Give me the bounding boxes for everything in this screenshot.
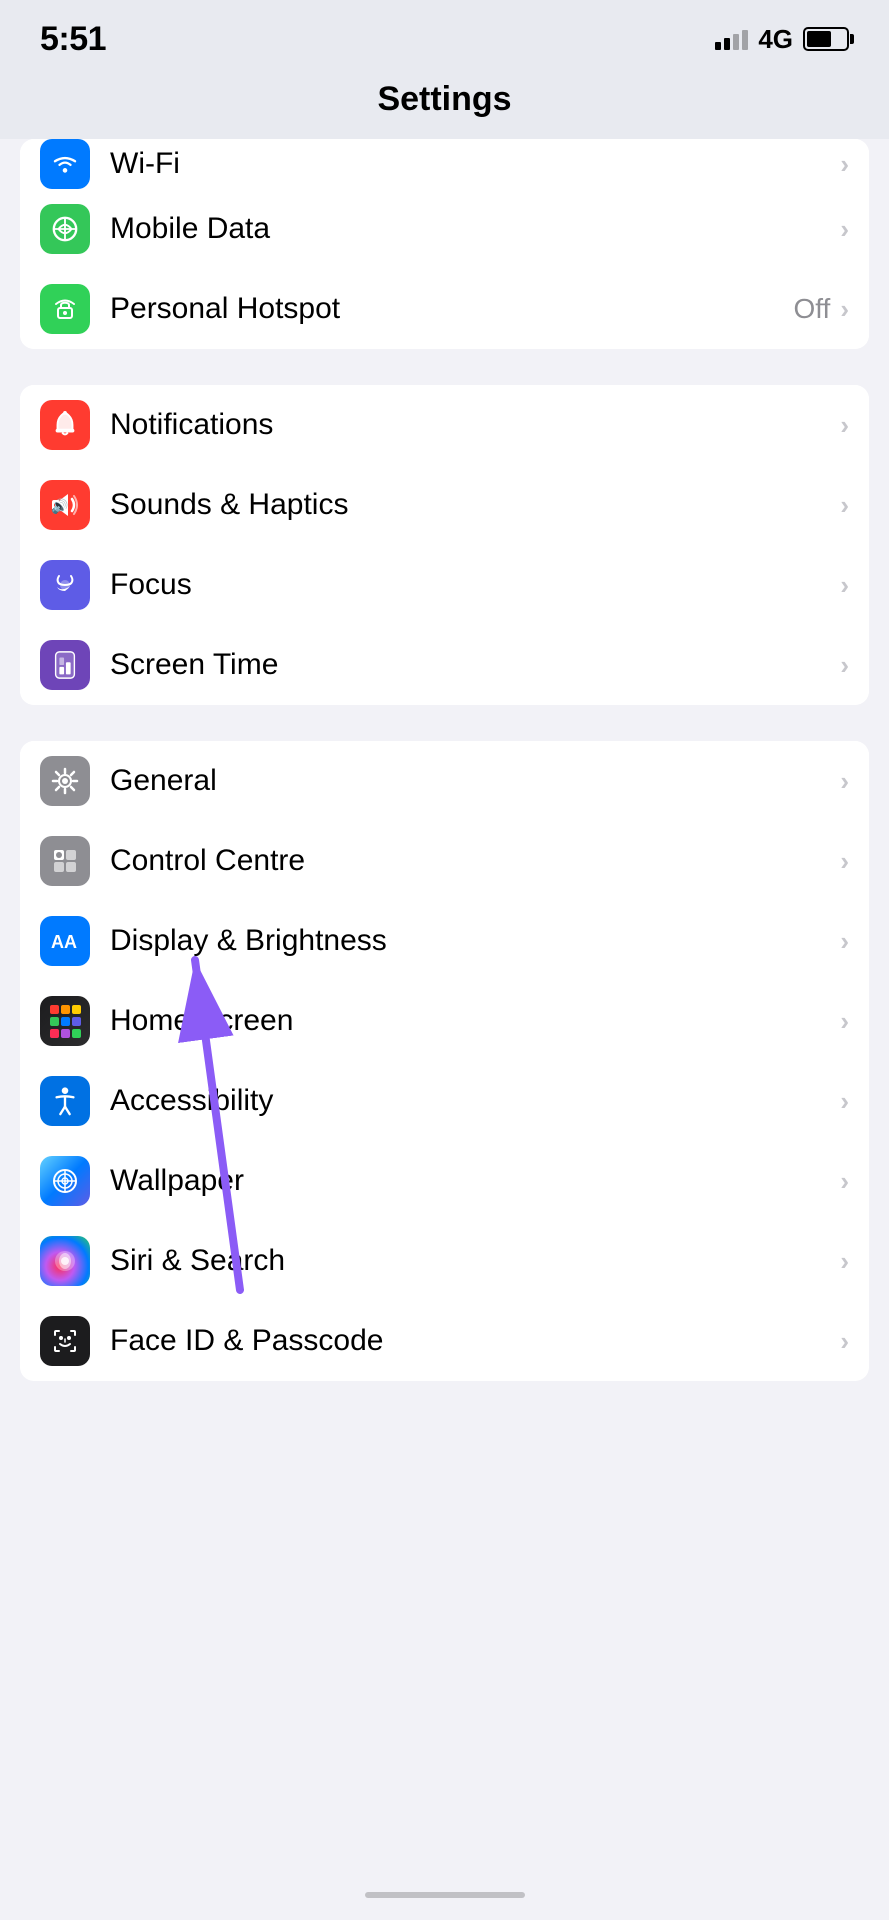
focus-chevron: › [840,570,849,601]
sidebar-item-screen-time[interactable]: Screen Time › [20,625,869,705]
svg-text:AA: AA [51,932,77,952]
sounds-chevron: › [840,490,849,521]
home-indicator [365,1892,525,1898]
wallpaper-label: Wallpaper [110,1164,840,1198]
accessibility-chevron: › [840,1086,849,1117]
battery-icon [803,27,849,51]
sidebar-item-accessibility[interactable]: Accessibility › [20,1061,869,1141]
control-centre-icon [40,836,90,886]
siri-chevron: › [840,1246,849,1277]
status-time: 5:51 [40,20,106,59]
siri-icon [40,1236,90,1286]
sidebar-item-notifications[interactable]: Notifications › [20,385,869,465]
face-id-chevron: › [840,1326,849,1357]
focus-icon [40,560,90,610]
wifi-chevron: › [840,149,849,180]
sidebar-item-home-screen[interactable]: Home Screen › [20,981,869,1061]
face-id-label: Face ID & Passcode [110,1324,840,1358]
accessibility-label: Accessibility [110,1084,840,1118]
nav-header: Settings [0,70,889,139]
signal-bar-4 [742,30,748,50]
accessibility-icon [40,1076,90,1126]
hotspot-label: Personal Hotspot [110,292,793,326]
screen-time-icon [40,640,90,690]
wifi-icon [40,139,90,189]
hotspot-icon [40,284,90,334]
signal-bar-1 [715,42,721,50]
sidebar-item-mobile-data[interactable]: Mobile Data › [20,189,869,269]
page-title: Settings [377,80,511,118]
wifi-label: Wi-Fi [110,147,840,181]
settings-group-system: Notifications › 🔊 Sounds & Haptics › [20,385,869,705]
sidebar-item-personal-hotspot[interactable]: Personal Hotspot Off › [20,269,869,349]
sidebar-item-wifi[interactable]: Wi-Fi › [20,139,869,189]
control-centre-label: Control Centre [110,844,840,878]
siri-label: Siri & Search [110,1244,840,1278]
face-id-icon [40,1316,90,1366]
wallpaper-chevron: › [840,1166,849,1197]
mobile-data-icon [40,204,90,254]
general-icon [40,756,90,806]
signal-bar-2 [724,38,730,50]
home-screen-chevron: › [840,1006,849,1037]
settings-content: Wi-Fi › Mobile Data › [0,139,889,1381]
sounds-label: Sounds & Haptics [110,488,840,522]
general-label: General [110,764,840,798]
battery-container [803,27,849,51]
sidebar-item-display[interactable]: AA Display & Brightness › [20,901,869,981]
hotspot-chevron: › [840,294,849,325]
sidebar-item-siri[interactable]: Siri & Search › [20,1221,869,1301]
display-chevron: › [840,926,849,957]
mobile-data-chevron: › [840,214,849,245]
wallpaper-icon [40,1156,90,1206]
signal-bar-3 [733,34,739,50]
mobile-data-label: Mobile Data [110,212,840,246]
notifications-icon [40,400,90,450]
settings-group-connectivity: Wi-Fi › Mobile Data › [20,139,869,349]
general-chevron: › [840,766,849,797]
status-bar: 5:51 4G [0,0,889,70]
screen-time-label: Screen Time [110,648,840,682]
home-screen-icon [40,996,90,1046]
sounds-icon: 🔊 [40,480,90,530]
notifications-label: Notifications [110,408,840,442]
notifications-chevron: › [840,410,849,441]
display-label: Display & Brightness [110,924,840,958]
screen-time-chevron: › [840,650,849,681]
settings-group-appearance: General › Control Centre › AA [20,741,869,1381]
home-indicator-area [0,1870,889,1920]
sidebar-item-control-centre[interactable]: Control Centre › [20,821,869,901]
control-centre-chevron: › [840,846,849,877]
sidebar-item-sounds[interactable]: 🔊 Sounds & Haptics › [20,465,869,545]
sidebar-item-general[interactable]: General › [20,741,869,821]
sidebar-item-focus[interactable]: Focus › [20,545,869,625]
status-icons: 4G [715,24,849,55]
hotspot-value: Off [793,293,830,325]
display-icon: AA [40,916,90,966]
signal-bars-icon [715,28,748,50]
battery-fill [807,31,831,47]
sidebar-item-wallpaper[interactable]: Wallpaper › [20,1141,869,1221]
focus-label: Focus [110,568,840,602]
svg-text:🔊: 🔊 [51,497,68,515]
sidebar-item-face-id[interactable]: Face ID & Passcode › [20,1301,869,1381]
network-type: 4G [758,24,793,55]
home-screen-label: Home Screen [110,1004,840,1038]
